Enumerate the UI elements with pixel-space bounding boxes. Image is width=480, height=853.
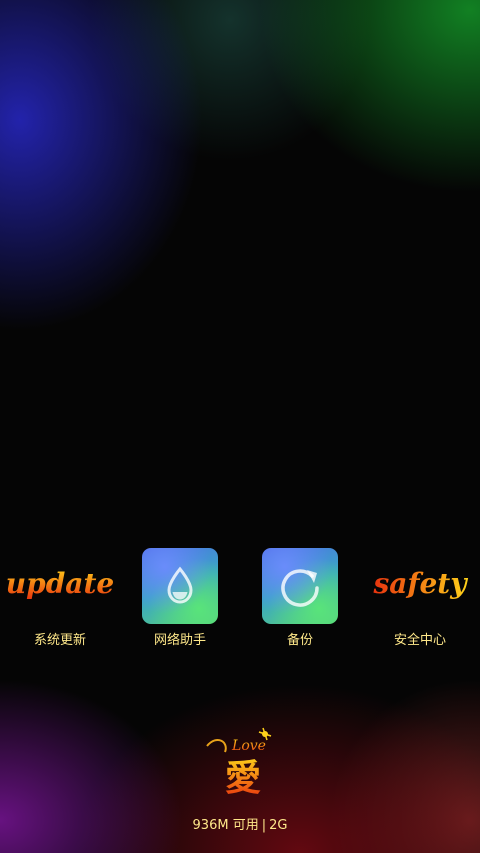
network-type-text: 2G: [269, 818, 288, 833]
app-label: 系统更新: [33, 633, 86, 648]
love-logo: Love 愛: [203, 726, 279, 799]
safety-wordart-icon: safety: [360, 560, 480, 610]
network-assistant-tile[interactable]: [142, 548, 218, 624]
svg-text:愛: 愛: [225, 757, 261, 798]
separator: |: [261, 818, 267, 833]
app-label: 备份: [286, 633, 313, 648]
water-drop-icon: [167, 566, 193, 604]
app-label: 网络助手: [153, 633, 206, 648]
memory-status: 936M 可用 | 2G: [0, 818, 480, 834]
app-label: 安全中心: [393, 633, 446, 648]
free-memory-text: 936M 可用: [192, 818, 259, 833]
svg-text:Love: Love: [231, 738, 266, 754]
update-wordart-icon: update: [0, 560, 120, 610]
app-system-update[interactable]: update 系统更新: [0, 548, 120, 658]
backup-tile[interactable]: [262, 548, 338, 624]
svg-text:safety: safety: [373, 567, 469, 600]
app-backup[interactable]: 备份: [240, 548, 360, 658]
app-security-center[interactable]: safety 安全中心: [360, 548, 480, 658]
refresh-arrow-icon: [281, 569, 319, 607]
app-network-assistant[interactable]: 网络助手: [120, 548, 240, 658]
svg-text:update: update: [6, 567, 114, 600]
